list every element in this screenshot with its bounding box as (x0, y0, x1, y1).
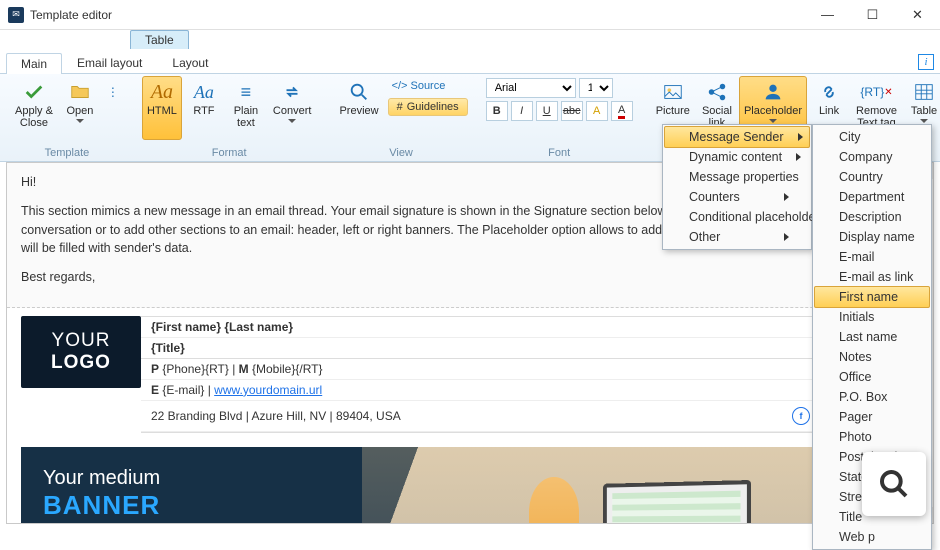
titlebar: ✉ Template editor — ☐ ✕ (0, 0, 940, 30)
sender-menu-item[interactable]: Last name (815, 327, 929, 347)
search-icon (878, 468, 910, 500)
signature-text: {First name} {Last name} {Title} P {Phon… (141, 316, 919, 433)
group-format: Aa HTML Aa RTF ≡ Plain text Convert Form… (136, 76, 323, 161)
magnifier-icon (348, 79, 370, 105)
placeholder-menu-item[interactable]: Conditional placeholders (665, 207, 809, 227)
group-label-format: Format (212, 147, 247, 161)
highlight-button[interactable]: A (586, 101, 608, 121)
preview-button[interactable]: Preview (334, 76, 383, 140)
chevron-down-icon (769, 119, 777, 123)
convert-icon (281, 79, 303, 105)
chevron-down-icon (920, 119, 928, 123)
placeholder-menu-item[interactable]: Message Sender (664, 126, 810, 148)
placeholder-menu-item[interactable]: Message properties (665, 167, 809, 187)
signature-phone: P {Phone}{RT} | M {Mobile}{/RT} (141, 359, 918, 380)
group-label-view: View (389, 147, 413, 161)
link-icon (818, 79, 840, 105)
close-button[interactable]: ✕ (895, 0, 940, 30)
placeholder-menu-item[interactable]: Dynamic content (665, 147, 809, 167)
group-view: Preview </>Source #Guidelines View (328, 76, 473, 161)
chevron-down-icon (288, 119, 296, 123)
banner[interactable]: Your medium BANNER Learn more (21, 447, 919, 524)
sender-menu-item[interactable]: Department (815, 187, 929, 207)
text-lines-icon: ≡ (241, 79, 252, 105)
logo-placeholder: YOUR LOGO (21, 316, 141, 388)
placeholder-menu-item[interactable]: Other (665, 227, 809, 247)
banner-line1: Your medium (43, 467, 160, 490)
strike-button[interactable]: abc (561, 101, 583, 121)
sender-menu-item[interactable]: Office (815, 367, 929, 387)
font-name-select[interactable]: Arial (486, 78, 576, 98)
signature-title: {Title} (141, 338, 918, 359)
person-icon (762, 79, 784, 105)
placeholder-menu-item[interactable]: Counters (665, 187, 809, 207)
contextual-tab-row: Table (0, 30, 940, 52)
sender-menu-item[interactable]: E-mail (815, 247, 929, 267)
signature-name: {First name} {Last name} (141, 317, 918, 338)
group-label-template: Template (45, 147, 90, 161)
guidelines-button[interactable]: #Guidelines (388, 98, 468, 116)
table-icon (913, 79, 935, 105)
sender-menu-item[interactable]: Initials (815, 307, 929, 327)
ribbon-tabs: Main Email layout Layout i (0, 52, 940, 74)
group-template: Apply & Close Open ⋮ Template (4, 76, 130, 161)
italic-button[interactable]: I (511, 101, 533, 121)
signature-block[interactable]: YOUR LOGO {First name} {Last name} {Titl… (7, 308, 933, 441)
source-button[interactable]: </>Source (388, 78, 468, 94)
tab-email-layout[interactable]: Email layout (62, 52, 157, 73)
remove-tag-icon: {RT}✕ (860, 79, 892, 105)
signature-url[interactable]: www.yourdomain.url (214, 383, 322, 397)
banner-line2: BANNER (43, 490, 160, 521)
rtf-button[interactable]: Aa RTF (184, 76, 224, 140)
signature-address: 22 Branding Blvd | Azure Hill, NV | 8940… (151, 409, 401, 423)
open-button[interactable]: Open (60, 76, 100, 140)
signature-email: E {E-mail} | www.yourdomain.url (141, 380, 918, 401)
sender-menu-item[interactable]: Web p (815, 527, 929, 547)
font-size-select[interactable]: 11 (579, 78, 613, 98)
html-button[interactable]: Aa HTML (142, 76, 182, 140)
sender-menu-item[interactable]: Notes (815, 347, 929, 367)
plain-text-button[interactable]: ≡ Plain text (226, 76, 266, 140)
facebook-icon[interactable]: f (792, 407, 810, 425)
minimize-button[interactable]: — (805, 0, 850, 30)
image-icon (662, 79, 684, 105)
folder-icon (69, 79, 91, 105)
underline-button[interactable]: U (536, 101, 558, 121)
tab-main[interactable]: Main (6, 53, 62, 74)
tab-layout[interactable]: Layout (157, 52, 223, 73)
chevron-down-icon (76, 119, 84, 123)
sender-menu-item[interactable]: Description (815, 207, 929, 227)
sender-menu-item[interactable]: City (815, 127, 929, 147)
sender-menu-item[interactable]: P.O. Box (815, 387, 929, 407)
tab-table-context[interactable]: Table (130, 30, 189, 49)
convert-button[interactable]: Convert (268, 76, 317, 140)
sender-menu-item[interactable]: Pager (815, 407, 929, 427)
window-title: Template editor (30, 8, 805, 22)
sender-menu-item[interactable]: E-mail as link (815, 267, 929, 287)
group-label-font: Font (548, 147, 570, 161)
social-icon (706, 79, 728, 105)
maximize-button[interactable]: ☐ (850, 0, 895, 30)
more-template-button[interactable]: ⋮ (102, 76, 124, 108)
apply-close-button[interactable]: Apply & Close (10, 76, 58, 140)
check-icon (23, 79, 45, 105)
font-color-button[interactable]: A (611, 101, 633, 121)
sender-menu-item[interactable]: Display name (815, 227, 929, 247)
search-fab[interactable] (862, 452, 926, 516)
group-font: Arial 11 B I U abc A A Font (480, 76, 639, 161)
sender-menu-item[interactable]: Photo (815, 427, 929, 447)
placeholder-menu[interactable]: Message SenderDynamic contentMessage pro… (662, 124, 812, 250)
sender-menu-item[interactable]: Company (815, 147, 929, 167)
bold-button[interactable]: B (486, 101, 508, 121)
app-icon: ✉ (8, 7, 24, 23)
closing: Best regards, (21, 268, 919, 287)
info-icon[interactable]: i (918, 54, 934, 70)
sender-menu-item[interactable]: First name (814, 286, 930, 308)
grid-icon: # (397, 101, 403, 113)
sender-menu-item[interactable]: Country (815, 167, 929, 187)
